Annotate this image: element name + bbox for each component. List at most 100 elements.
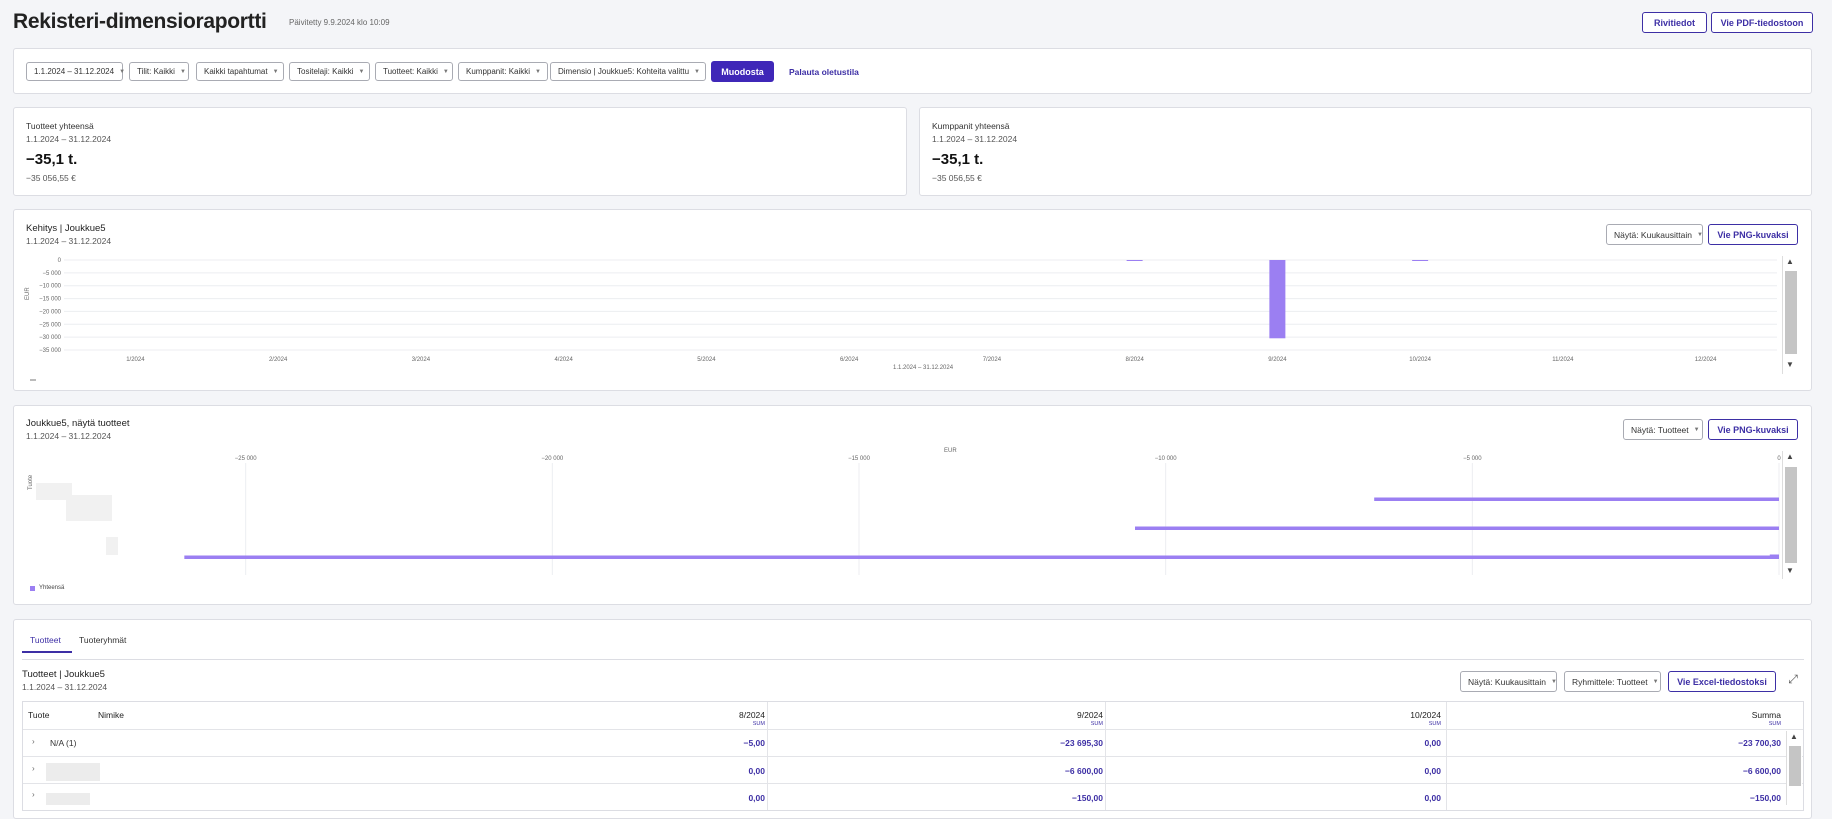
products-view-select[interactable]: Näytä: Tuotteet ▼ [1623,419,1703,440]
products-scrollbar[interactable]: ▲ ▼ [1782,451,1798,579]
chevron-down-icon: ▼ [1652,678,1659,685]
trend-bar[interactable] [1412,260,1429,261]
export-pdf-button[interactable]: Vie PDF-tiedostoon [1711,12,1813,33]
export-excel-button[interactable]: Vie Excel-tiedostoksi [1668,671,1776,692]
generate-button[interactable]: Muodosta [711,61,774,82]
partners-summary-title: Kumppanit yhteensä [932,121,1010,131]
cell-sep: −6 600,00 [1064,766,1103,776]
products-chart-period: 1.1.2024 – 31.12.2024 [26,431,112,441]
trend-scrollbar[interactable]: ▲ ▼ [1782,256,1798,374]
cell-total: −23 700,30 [1738,738,1781,748]
trend-chart-svg: 0 −5 000 −10 000 −15 000 −20 000 −25 000 −30 0… [39,258,1777,363]
scroll-down-icon[interactable]: ▼ [1784,360,1796,369]
partners-summary-card: Kumppanit yhteensä 1.1.2024 – 31.12.2024… [919,107,1812,196]
x-tick-label: 7/2024 [983,357,1002,363]
table-scrollbar[interactable]: ▲ [1786,731,1802,805]
dimension-filter[interactable]: Dimensio | Joukkue5: Kohteita valittu ▼ [550,62,706,81]
table-period: 1.1.2024 – 31.12.2024 [22,682,108,692]
legend-label: Yhteensä [39,585,65,591]
reset-link[interactable]: Palauta oletustila [789,67,859,77]
products-summary-period: 1.1.2024 – 31.12.2024 [26,134,112,144]
expand-icon[interactable]: ⤢ [1786,672,1800,686]
products-filter[interactable]: Tuotteet: Kaikki ▼ [375,62,453,81]
col-header-sep: 9/2024 [1077,710,1103,720]
voucher-type-label: Tositelaji: Kaikki [297,67,354,76]
x-tick-label: 4/2024 [554,357,573,363]
accounts-filter[interactable]: Tilit: Kaikki ▼ [129,62,189,81]
trend-view-label: Näytä: Kuukausittain [1614,229,1692,240]
products-summary-subvalue: −35 056,55 € [26,173,76,183]
trend-bar[interactable] [1269,260,1286,339]
col-header-name: Nimike [98,710,124,720]
redacted-label [106,537,118,555]
products-scroll-thumb[interactable] [1785,467,1797,563]
cell-aug: 0,00 [748,793,765,803]
table-row[interactable] [23,730,1783,756]
scroll-up-icon[interactable]: ▲ [1788,732,1800,741]
products-summary-value: −35,1 t. [26,151,78,168]
trend-ylabel: EUR [25,287,31,300]
col-header-product: Tuote [28,710,50,720]
cell-aug: −5,00 [743,738,765,748]
trend-view-select[interactable]: Näytä: Kuukausittain ▼ [1606,224,1703,245]
row-details-button[interactable]: Rivitiedot [1642,12,1707,33]
table-view-select[interactable]: Näytä: Kuukausittain ▼ [1460,671,1557,692]
row-expand-icon[interactable]: › [32,737,35,746]
y-tick-label: −35 000 [39,348,62,354]
table-group-select[interactable]: Ryhmittele: Tuotteet ▼ [1564,671,1661,692]
redacted-cell [46,793,90,805]
trend-scroll-thumb[interactable] [1785,271,1797,354]
y-tick-label: −25 000 [39,322,62,328]
chevron-down-icon: ▼ [272,68,279,75]
date-range-filter[interactable]: 1.1.2024 – 31.12.2024 ▼ [26,62,126,81]
table-scroll-thumb[interactable] [1789,746,1801,786]
y-tick-label: 0 [58,258,62,264]
col-sum-total: SUM [1768,721,1781,727]
events-filter[interactable]: Kaikki tapahtumat ▼ [196,62,284,81]
events-label: Kaikki tapahtumat [204,67,268,76]
products-chart-svg: −25 000 −20 000 −15 000 −10 000 −5 000 0 [36,456,1781,575]
cell-sep: −23 695,30 [1060,738,1103,748]
table-row[interactable] [23,757,1783,783]
chevron-down-icon: ▼ [119,68,126,75]
products-label: Tuotteet: Kaikki [383,67,438,76]
scroll-down-icon[interactable]: ▼ [1784,566,1796,575]
legend-swatch [30,585,35,591]
product-bar[interactable] [184,555,1779,560]
table-view-label: Näytä: Kuukausittain [1468,676,1546,687]
tabs-divider [22,659,1804,660]
cell-oct: 0,00 [1424,738,1441,748]
redacted-label [66,495,112,521]
product-bar[interactable] [1374,497,1779,502]
products-ylabel: Tuote [28,474,34,490]
scroll-up-icon[interactable]: ▲ [1784,452,1796,461]
products-export-png-button[interactable]: Vie PNG-kuvaksi [1708,419,1798,440]
table-row[interactable] [23,784,1783,805]
tab-groups[interactable]: Tuoteryhmät [79,635,126,645]
col-sum-oct: SUM [1428,721,1441,727]
col-header-aug: 8/2024 [739,710,765,720]
chevron-down-icon: ▼ [1550,678,1557,685]
x-tick-label: 11/2024 [1552,357,1574,363]
trend-export-png-button[interactable]: Vie PNG-kuvaksi [1708,224,1798,245]
voucher-type-filter[interactable]: Tositelaji: Kaikki ▼ [289,62,370,81]
x-tick-label: 0 [1777,456,1781,462]
product-bar[interactable] [1769,554,1779,557]
x-tick-label: 1/2024 [126,357,145,363]
scroll-up-icon[interactable]: ▲ [1784,257,1796,266]
trend-chart-period: 1.1.2024 – 31.12.2024 [26,236,112,246]
partners-filter[interactable]: Kumppanit: Kaikki ▼ [458,62,548,81]
x-tick-label: 9/2024 [1268,357,1287,363]
x-tick-label: −15 000 [848,456,871,462]
trend-bar[interactable] [1126,260,1143,261]
tab-products[interactable]: Tuotteet [30,635,61,645]
chevron-down-icon: ▼ [179,68,186,75]
product-bar[interactable] [1135,526,1779,531]
products-chart-title: Joukkue5, näytä tuotteet [26,418,130,429]
row-expand-icon[interactable]: › [32,764,35,773]
row-expand-icon[interactable]: › [32,790,35,799]
partners-summary-period: 1.1.2024 – 31.12.2024 [932,134,1018,144]
page-title: Rekisteri-dimensioraportti [13,10,267,33]
y-tick-label: −30 000 [39,335,62,341]
y-tick-label: −20 000 [39,309,62,315]
